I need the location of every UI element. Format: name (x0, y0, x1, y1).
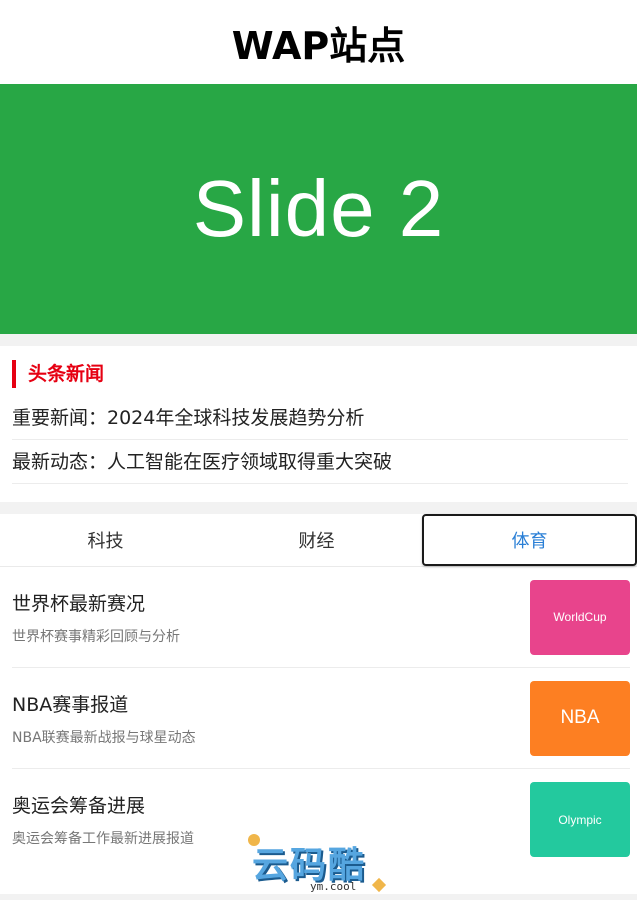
tab-tech[interactable]: 科技 (0, 514, 211, 566)
site-title: WAP站点 (231, 23, 406, 68)
slide-label: Slide 2 (192, 164, 445, 253)
list-item[interactable]: 世界杯最新赛况 世界杯赛事精彩回顾与分析 WorldCup (12, 567, 630, 668)
headline-item[interactable]: 最新动态：人工智能在医疗领域取得重大突破 (12, 440, 628, 484)
header: WAP站点 (0, 0, 637, 84)
article-description: 世界杯赛事精彩回顾与分析 (12, 628, 180, 645)
headlines-section: 头条新闻 重要新闻：2024年全球科技发展趋势分析 最新动态：人工智能在医疗领域… (0, 346, 637, 502)
article-description: 奥运会筹备工作最新进展报道 (12, 831, 194, 847)
category-tabs: 科技 财经 体育 (0, 514, 637, 567)
article-description: NBA联赛最新战报与球星动态 (12, 729, 196, 746)
image-slider[interactable]: Slide 2 (0, 84, 637, 334)
headlines-title: 头条新闻 (12, 360, 628, 388)
tab-finance[interactable]: 财经 (211, 514, 422, 566)
tab-sports[interactable]: 体育 (422, 514, 637, 566)
article-title: 世界杯最新赛况 (12, 592, 146, 615)
article-thumbnail: NBA (530, 680, 630, 756)
article-list: 世界杯最新赛况 世界杯赛事精彩回顾与分析 WorldCup NBA赛事报道 NB… (0, 567, 637, 894)
article-thumbnail: WorldCup (530, 579, 630, 655)
article-thumbnail: Olympic (530, 782, 630, 857)
article-title: 奥运会筹备进展 (12, 795, 146, 817)
headline-item[interactable]: 重要新闻：2024年全球科技发展趋势分析 (12, 396, 628, 440)
list-item[interactable]: 奥运会筹备进展 奥运会筹备工作最新进展报道 Olympic (12, 769, 630, 870)
article-title: NBA赛事报道 (12, 693, 129, 716)
list-item[interactable]: NBA赛事报道 NBA联赛最新战报与球星动态 NBA (12, 668, 630, 769)
